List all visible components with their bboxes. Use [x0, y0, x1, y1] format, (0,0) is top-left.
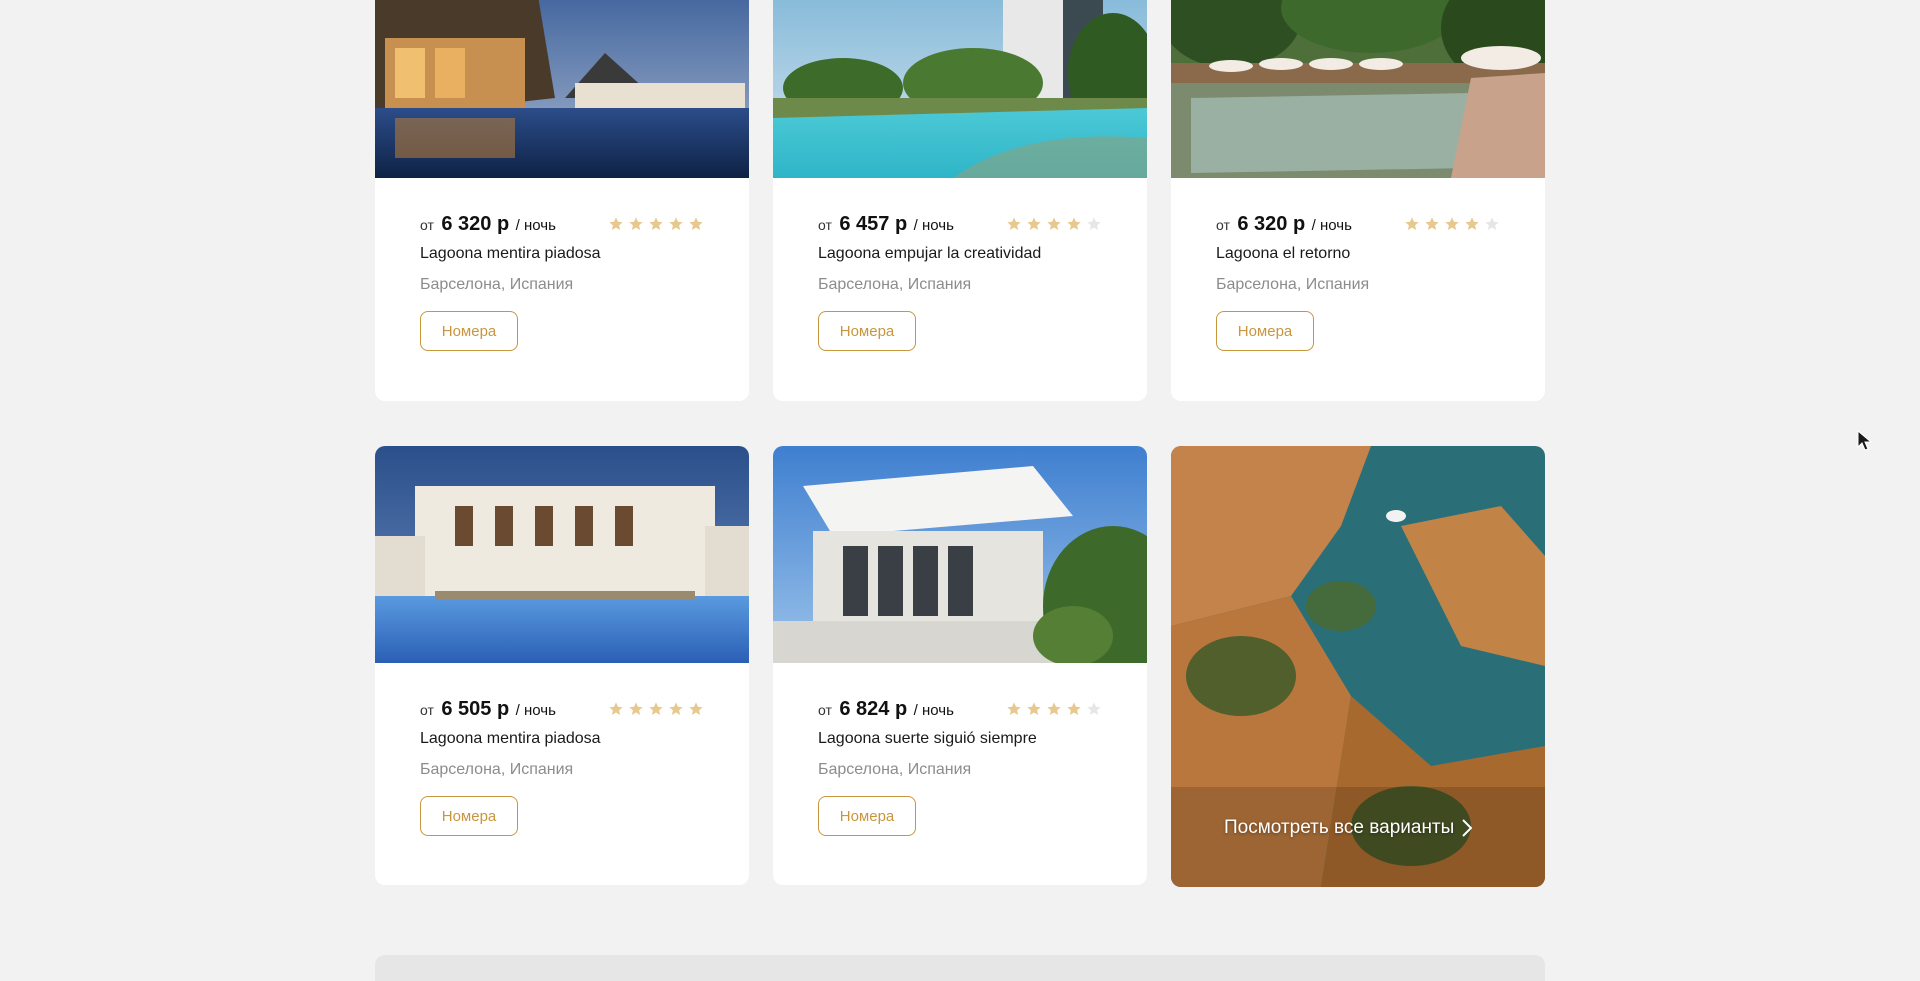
price-prefix: от [420, 702, 434, 718]
hotel-name[interactable]: Lagoona empujar la creatividad [818, 245, 1102, 263]
hotel-photo[interactable] [773, 0, 1147, 178]
price: от 6 505 р / ночь [420, 698, 556, 720]
price-row: от 6 320 р / ночь [420, 213, 704, 235]
star-rating [1404, 216, 1500, 232]
star-filled-icon [609, 217, 623, 230]
price-suffix: / ночь [1311, 217, 1352, 234]
star-rating [1006, 701, 1102, 717]
rooms-button[interactable]: Номера [818, 311, 916, 351]
price-row: от 6 505 р / ночь [420, 698, 704, 720]
hotel-photo[interactable] [375, 0, 749, 178]
view-all-link[interactable]: Посмотреть все варианты [1224, 817, 1473, 839]
star-filled-icon [629, 217, 643, 230]
price-amount: 6 320 р [1237, 213, 1306, 235]
price-prefix: от [818, 217, 832, 233]
hotel-name[interactable]: Lagoona mentira piadosa [420, 245, 704, 263]
rooms-button[interactable]: Номера [420, 311, 518, 351]
hotel-card[interactable]: от 6 505 р / ночь Lagoona mentira piados… [375, 446, 749, 885]
card-body: от 6 457 р / ночь Lagoona empujar la cre… [818, 213, 1102, 351]
price-prefix: от [1216, 217, 1230, 233]
price-amount: 6 505 р [441, 698, 510, 720]
price: от 6 320 р / ночь [420, 213, 556, 235]
hotel-name[interactable]: Lagoona el retorno [1216, 245, 1500, 263]
card-body: от 6 320 р / ночь Lagoona mentira piados… [420, 213, 704, 351]
star-filled-icon [1027, 702, 1041, 715]
star-filled-icon [1425, 217, 1439, 230]
price: от 6 824 р / ночь [818, 698, 954, 720]
hotel-name[interactable]: Lagoona mentira piadosa [420, 730, 704, 748]
price-amount: 6 824 р [839, 698, 908, 720]
price-prefix: от [420, 217, 434, 233]
star-filled-icon [1465, 217, 1479, 230]
star-filled-icon [1027, 217, 1041, 230]
star-filled-icon [609, 702, 623, 715]
star-empty-icon [1485, 217, 1499, 230]
hotel-location: Барселона, Испания [420, 276, 574, 293]
hotel-card[interactable]: от 6 320 р / ночь Lagoona el retorno Бар… [1171, 0, 1545, 401]
price-suffix: / ночь [515, 702, 556, 719]
view-all-label: Посмотреть все варианты [1224, 817, 1455, 838]
price-row: от 6 824 р / ночь [818, 698, 1102, 720]
price-suffix: / ночь [913, 702, 954, 719]
star-filled-icon [669, 217, 683, 230]
star-empty-icon [1087, 702, 1101, 715]
price-amount: 6 320 р [441, 213, 510, 235]
star-filled-icon [1047, 702, 1061, 715]
mouse-cursor-icon [1857, 430, 1873, 451]
chevron-right-icon [1462, 819, 1473, 837]
page: от 6 320 р / ночь Lagoona mentira piados… [0, 0, 1920, 981]
price-row: от 6 320 р / ночь [1216, 213, 1500, 235]
star-filled-icon [1067, 217, 1081, 230]
star-filled-icon [689, 702, 703, 715]
hotel-photo[interactable] [773, 446, 1147, 663]
star-filled-icon [669, 702, 683, 715]
star-filled-icon [629, 702, 643, 715]
rooms-button[interactable]: Номера [818, 796, 916, 836]
star-empty-icon [1087, 217, 1101, 230]
star-rating [608, 216, 704, 232]
star-filled-icon [649, 217, 663, 230]
hotel-location: Барселона, Испания [818, 761, 972, 778]
star-filled-icon [1007, 702, 1021, 715]
star-filled-icon [649, 702, 663, 715]
card-body: от 6 505 р / ночь Lagoona mentira piados… [420, 698, 704, 836]
price: от 6 457 р / ночь [818, 213, 954, 235]
price: от 6 320 р / ночь [1216, 213, 1352, 235]
price-suffix: / ночь [913, 217, 954, 234]
star-filled-icon [1405, 217, 1419, 230]
hotel-location: Барселона, Испания [420, 761, 574, 778]
rooms-button[interactable]: Номера [1216, 311, 1314, 351]
star-rating [1006, 216, 1102, 232]
hotel-location: Барселона, Испания [818, 276, 972, 293]
hotel-card[interactable]: от 6 457 р / ночь Lagoona empujar la cre… [773, 0, 1147, 401]
view-all-promo[interactable]: Посмотреть все варианты [1171, 446, 1545, 887]
star-filled-icon [1067, 702, 1081, 715]
hotel-photo[interactable] [375, 446, 749, 663]
star-filled-icon [689, 217, 703, 230]
price-prefix: от [818, 702, 832, 718]
hotel-card[interactable]: от 6 824 р / ночь Lagoona suerte siguió … [773, 446, 1147, 885]
hotel-photo[interactable] [1171, 0, 1545, 178]
rooms-button[interactable]: Номера [420, 796, 518, 836]
star-filled-icon [1007, 217, 1021, 230]
price-row: от 6 457 р / ночь [818, 213, 1102, 235]
hotel-name[interactable]: Lagoona suerte siguió siempre [818, 730, 1102, 748]
star-filled-icon [1445, 217, 1459, 230]
next-section [375, 955, 1545, 981]
hotel-location: Барселона, Испания [1216, 276, 1370, 293]
hotel-card[interactable]: от 6 320 р / ночь Lagoona mentira piados… [375, 0, 749, 401]
card-body: от 6 824 р / ночь Lagoona suerte siguió … [818, 698, 1102, 836]
card-body: от 6 320 р / ночь Lagoona el retorno Бар… [1216, 213, 1500, 351]
price-suffix: / ночь [515, 217, 556, 234]
star-filled-icon [1047, 217, 1061, 230]
price-amount: 6 457 р [839, 213, 908, 235]
star-rating [608, 701, 704, 717]
